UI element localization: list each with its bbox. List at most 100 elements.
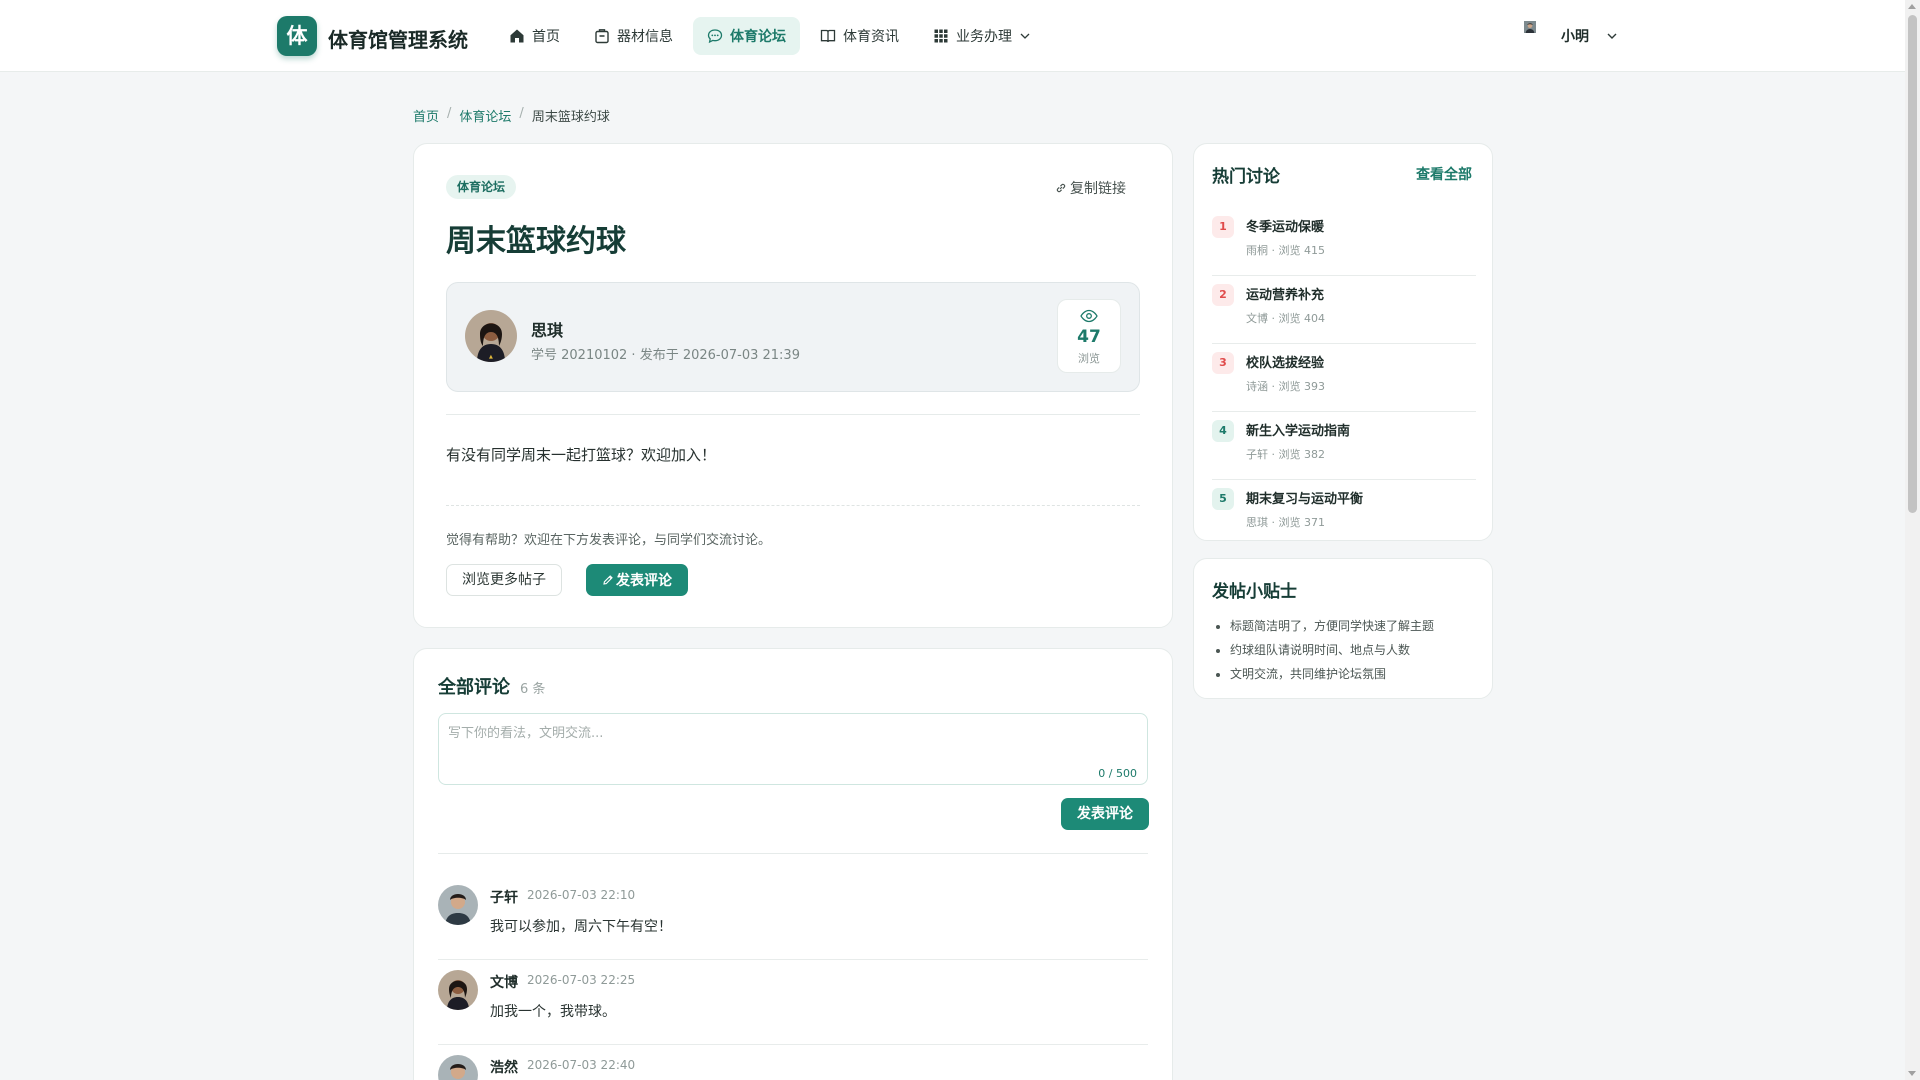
rank-badge: 3: [1212, 352, 1234, 374]
svg-text:▲: ▲: [489, 354, 493, 360]
comment-item: 子轩 2026-07-03 22:10 我可以参加，周六下午有空！: [438, 875, 1148, 960]
page-scrollbar[interactable]: [1905, 0, 1920, 1080]
copy-link-button[interactable]: 复制链接: [1055, 178, 1126, 198]
hot-discussion-meta: 雨桐 · 浏览 415: [1246, 244, 1325, 257]
tip-item: 标题简洁明了，方便同学快速了解主题: [1230, 614, 1434, 638]
commenter-avatar[interactable]: [438, 885, 478, 925]
home-icon: [510, 29, 524, 43]
commenter-name[interactable]: 文博: [490, 972, 518, 992]
hot-discussions-title: 热门讨论: [1212, 167, 1280, 187]
comment-textarea[interactable]: 写下你的看法，文明交流... 0 / 500: [438, 713, 1148, 785]
comment-text: 加我一个，我带球。: [490, 1004, 616, 1020]
author-meta: 学号 20210102 · 发布于 2026-07-03 21:39: [531, 348, 800, 363]
comment-item: 文博 2026-07-03 22:25 加我一个，我带球。: [438, 960, 1148, 1045]
rank-badge: 1: [1212, 216, 1234, 238]
comment-time: 2026-07-03 22:10: [527, 888, 636, 902]
hot-discussion-title: 期末复习与运动平衡: [1246, 492, 1364, 507]
nav-item-business[interactable]: 业务办理: [919, 17, 1045, 55]
hot-discussion-title: 新生入学运动指南: [1246, 424, 1351, 439]
hot-discussion-item[interactable]: 2 运动营养补充 文博 · 浏览 404: [1212, 276, 1476, 344]
chevron-down-icon: [1607, 33, 1617, 39]
hot-discussions-card: 热门讨论 查看全部 1 冬季运动保暖 雨桐 · 浏览 415 2 运动营养补充 …: [1193, 143, 1493, 541]
hot-discussion-title: 冬季运动保暖: [1246, 220, 1325, 235]
hot-discussion-title: 运动营养补充: [1246, 288, 1325, 303]
comment-placeholder: 写下你的看法，文明交流...: [448, 726, 604, 741]
hot-discussion-item[interactable]: 5 期末复习与运动平衡 思琪 · 浏览 371: [1212, 480, 1476, 548]
nav-item-forum[interactable]: 体育论坛: [693, 17, 800, 55]
comment-item: 浩然 2026-07-03 22:40: [438, 1045, 1148, 1080]
grid-icon: [934, 29, 948, 43]
link-icon: [1056, 183, 1066, 193]
commenter-name[interactable]: 浩然: [490, 1057, 518, 1077]
nav-label-forum: 体育论坛: [730, 29, 786, 45]
book-icon: [820, 29, 836, 43]
scroll-down-arrow[interactable]: [1908, 1071, 1916, 1076]
post-title: 周末篮球约球: [446, 224, 626, 259]
hot-discussion-item[interactable]: 4 新生入学运动指南 子轩 · 浏览 382: [1212, 412, 1476, 480]
post-category-tag[interactable]: 体育论坛: [446, 175, 517, 199]
hot-discussion-item[interactable]: 1 冬季运动保暖 雨桐 · 浏览 415: [1212, 208, 1476, 276]
app-logo[interactable]: 体: [277, 16, 317, 56]
breadcrumb-current: 周末篮球约球: [531, 110, 610, 125]
nav-item-home[interactable]: 首页: [495, 17, 574, 55]
help-text: 觉得有帮助？欢迎在下方发表评论，与同学们交流讨论。: [446, 533, 772, 548]
posting-tips-title: 发帖小贴士: [1212, 582, 1297, 602]
breadcrumb-forum[interactable]: 体育论坛: [459, 106, 511, 125]
breadcrumb-separator: /: [519, 106, 524, 121]
scroll-up-arrow[interactable]: [1908, 4, 1916, 9]
breadcrumb-home[interactable]: 首页: [413, 106, 439, 125]
author-info: ▲ 思琪 学号 20210102 · 发布于 2026-07-03 21:39 …: [446, 282, 1140, 392]
author-name[interactable]: 思琪: [531, 317, 563, 341]
tip-item: 约球组队请说明时间、地点与人数: [1230, 638, 1434, 662]
eye-icon: [1080, 309, 1098, 323]
divider: [446, 414, 1140, 415]
write-comment-label: 发表评论: [616, 573, 672, 589]
main-nav: 首页 器材信息 体育论坛 体育资讯 业务办理: [495, 17, 1045, 55]
post-card: 体育论坛 复制链接 周末篮球约球 ▲ 思琪 学号 20210102 · 发布于 …: [413, 143, 1173, 628]
box-icon: [595, 29, 609, 44]
rank-badge: 4: [1212, 420, 1234, 442]
comment-time: 2026-07-03 22:40: [527, 1058, 636, 1072]
tip-item: 文明交流，共同维护论坛氛围: [1230, 662, 1434, 686]
app-title[interactable]: 体育馆管理系统: [328, 24, 468, 53]
char-counter: 0 / 500: [1098, 767, 1137, 780]
view-all-link[interactable]: 查看全部: [1416, 164, 1472, 184]
browse-more-button[interactable]: 浏览更多帖子: [446, 564, 562, 596]
author-avatar[interactable]: ▲: [465, 310, 517, 362]
copy-link-label: 复制链接: [1070, 181, 1126, 197]
commenter-name[interactable]: 子轩: [490, 887, 518, 907]
user-menu[interactable]: 小明: [1516, 18, 1618, 54]
hot-discussion-meta: 文博 · 浏览 404: [1246, 312, 1325, 325]
hot-discussion-meta: 诗涵 · 浏览 393: [1246, 380, 1325, 393]
hot-discussion-meta: 思琪 · 浏览 371: [1246, 516, 1325, 529]
commenter-avatar[interactable]: [438, 970, 478, 1010]
submit-comment-button[interactable]: 发表评论: [1061, 798, 1149, 830]
view-counter: 47 浏览: [1057, 299, 1121, 373]
comments-title: 全部评论: [438, 677, 510, 698]
nav-label-news: 体育资讯: [843, 29, 899, 45]
comment-text: 我可以参加，周六下午有空！: [490, 919, 672, 935]
rank-badge: 2: [1212, 284, 1234, 306]
view-count: 47: [1077, 327, 1101, 347]
breadcrumb: 首页 / 体育论坛 / 周末篮球约球: [413, 106, 610, 125]
nav-label-home: 首页: [532, 29, 560, 45]
rank-badge: 5: [1212, 488, 1234, 510]
post-body: 有没有同学周末一起打篮球？欢迎加入！: [446, 446, 717, 464]
commenter-avatar[interactable]: [438, 1055, 478, 1080]
chat-icon: [707, 29, 723, 44]
user-name: 小明: [1561, 29, 1589, 45]
hot-discussion-item[interactable]: 3 校队选拔经验 诗涵 · 浏览 393: [1212, 344, 1476, 412]
nav-item-equipment[interactable]: 器材信息: [580, 17, 687, 55]
view-label: 浏览: [1078, 352, 1100, 365]
nav-label-business: 业务办理: [956, 29, 1012, 45]
nav-item-news[interactable]: 体育资讯: [806, 17, 913, 55]
hot-discussion-meta: 子轩 · 浏览 382: [1246, 448, 1325, 461]
write-comment-button[interactable]: 发表评论: [586, 564, 688, 596]
divider: [438, 853, 1148, 854]
comment-time: 2026-07-03 22:25: [527, 973, 636, 987]
hot-discussion-title: 校队选拔经验: [1246, 356, 1325, 371]
scroll-thumb[interactable]: [1908, 15, 1917, 513]
user-avatar: [1516, 18, 1552, 54]
pen-icon: [603, 575, 613, 585]
comments-card: 全部评论 6 条 写下你的看法，文明交流... 0 / 500 发表评论 子轩 …: [413, 648, 1173, 1080]
